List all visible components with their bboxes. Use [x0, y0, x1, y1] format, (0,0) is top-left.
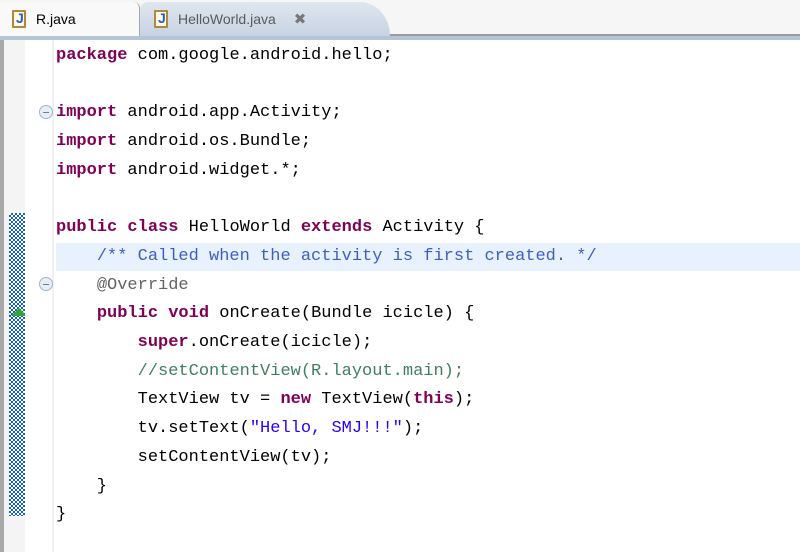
code-token: android.os.Bundle; — [117, 132, 312, 152]
code-line[interactable]: import android.app.Activity; — [56, 99, 800, 127]
code-token: ); — [453, 390, 475, 410]
keyword-token: new — [280, 390, 312, 410]
keyword-token: package — [56, 46, 128, 65]
keyword-token: void — [168, 304, 210, 324]
code-area[interactable]: package com.google.android.hello; import … — [56, 40, 800, 552]
code-token: Activity { — [372, 218, 485, 238]
close-icon[interactable]: ✖ — [294, 10, 307, 28]
code-line[interactable]: } — [56, 501, 800, 529]
code-token: setContentView(tv); — [56, 447, 332, 467]
code-editor[interactable]: package com.google.android.hello; import … — [0, 40, 800, 552]
quick-diff-ruler — [4, 40, 29, 552]
keyword-token: public — [56, 218, 118, 238]
code-token: HelloWorld — [178, 218, 301, 238]
code-token: .onCreate(icicle); — [188, 333, 373, 352]
keyword-token: super — [137, 333, 189, 352]
tab-label: HelloWorld.java — [178, 11, 276, 27]
keyword-token: this — [413, 390, 454, 410]
code-line[interactable]: setContentView(tv); — [56, 444, 800, 472]
code-line[interactable]: package com.google.android.hello; — [56, 42, 800, 70]
code-token: ); — [402, 419, 424, 439]
code-token: tv.setText( — [56, 419, 250, 439]
tab-helloworld-java[interactable]: HelloWorld.java ✖ — [140, 2, 390, 36]
keyword-token: class — [127, 218, 179, 238]
code-line[interactable]: public class HelloWorld extends Activity… — [56, 214, 800, 242]
code-line[interactable]: } — [56, 473, 800, 501]
code-line[interactable]: import android.os.Bundle; — [56, 128, 800, 156]
keyword-token: import — [56, 103, 118, 123]
code-line[interactable]: @Override — [56, 272, 800, 300]
keyword-token: public — [96, 304, 159, 324]
code-token: android.app.Activity; — [117, 103, 342, 123]
code-line[interactable]: public void onCreate(Bundle icicle) { — [56, 300, 800, 328]
java-file-icon — [12, 10, 26, 28]
comment-token: //setContentView(R.layout.main); — [137, 361, 465, 381]
code-line[interactable]: super.onCreate(icicle); — [56, 329, 800, 357]
code-token: TextView tv = — [56, 390, 281, 410]
code-token: onCreate(Bundle icicle) { — [209, 304, 475, 324]
tab-r-java[interactable]: R.java — [0, 2, 140, 36]
javadoc-token: /** Called when the activity is first cr… — [96, 246, 597, 266]
code-line[interactable]: //setContentView(R.layout.main); — [56, 358, 800, 386]
code-token: TextView( — [311, 390, 414, 410]
code-line[interactable]: import android.widget.*; — [56, 157, 800, 185]
keyword-token: extends — [300, 218, 373, 238]
code-token: } — [56, 505, 67, 525]
code-line[interactable]: tv.setText("Hello, SMJ!!!"); — [56, 415, 800, 443]
tab-label: R.java — [36, 11, 76, 27]
annotation-token: @Override — [96, 275, 189, 295]
code-line[interactable]: TextView tv = new TextView(this); — [56, 386, 800, 414]
editor-tab-bar: R.java HelloWorld.java ✖ — [0, 0, 800, 36]
string-token: "Hello, SMJ!!!" — [249, 419, 403, 439]
code-line[interactable]: /** Called when the activity is first cr… — [56, 242, 800, 271]
collapse-method-icon[interactable] — [39, 277, 53, 291]
code-token: android.widget.*; — [117, 160, 301, 180]
java-file-icon — [154, 10, 168, 28]
code-token: com.google.android.hello; — [127, 46, 393, 65]
code-line[interactable] — [56, 186, 800, 214]
keyword-token: import — [56, 160, 118, 180]
code-token: } — [56, 476, 108, 496]
keyword-token: import — [56, 132, 118, 152]
code-line[interactable] — [56, 71, 800, 99]
collapse-imports-icon[interactable] — [39, 105, 53, 119]
